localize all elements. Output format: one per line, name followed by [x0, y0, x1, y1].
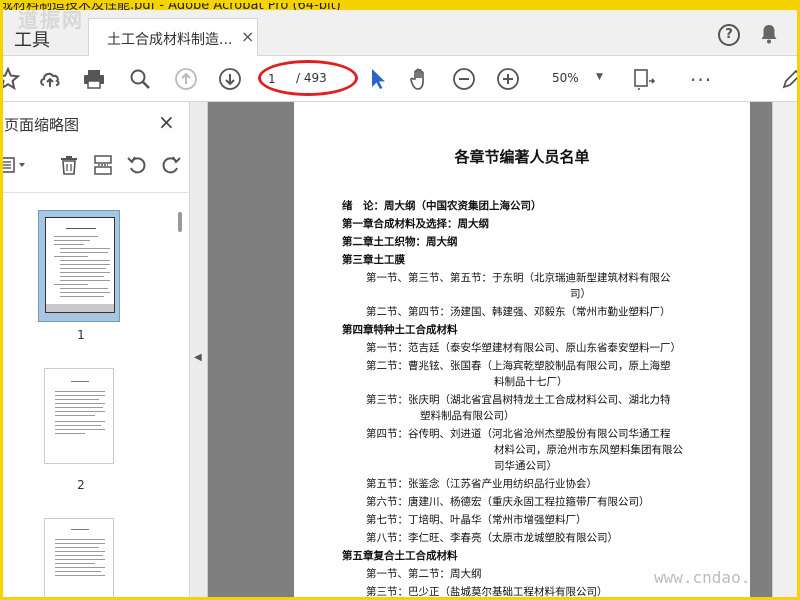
doc-line: 司华通公司）: [494, 460, 557, 472]
tab-document[interactable]: 土工合成材料制造... ×: [88, 18, 258, 56]
document-viewer[interactable]: 各章节编著人员名单 绪 论：周大纲（中国农资集团上海公司） 第一章合成材料及选择…: [208, 102, 772, 600]
star-icon[interactable]: [0, 67, 20, 91]
main-toolbar: / 493 50% ▼ ···: [0, 56, 800, 102]
select-cursor-icon[interactable]: [366, 67, 390, 91]
page-thumbnail-3[interactable]: [38, 512, 120, 600]
doc-line: 第三节：巴少正（盐城莫尔基础工程材料有限公司）: [366, 586, 608, 598]
doc-line-text: 第一章合成材料及选择：周大纲: [342, 218, 489, 230]
insert-page-icon[interactable]: [92, 154, 114, 176]
document-page: 各章节编著人员名单 绪 论：周大纲（中国农资集团上海公司） 第一章合成材料及选择…: [294, 102, 750, 600]
bell-icon[interactable]: [760, 24, 778, 44]
doc-line: 第三章土工膜: [342, 252, 405, 267]
close-icon[interactable]: ×: [241, 27, 254, 46]
doc-line: 第二章土工织物：周大纲: [342, 234, 458, 249]
thumbnail-page-number: 1: [77, 328, 85, 342]
sidebar-collapse-handle[interactable]: ◀: [190, 102, 208, 600]
trash-icon[interactable]: [58, 154, 80, 176]
doc-line: 材料公司，原沧州市东风塑料集团有限公: [494, 444, 683, 456]
tab-document-label: 土工合成材料制造...: [107, 32, 233, 48]
print-icon[interactable]: [82, 67, 106, 91]
page-title: 各章节编著人员名单: [454, 148, 590, 166]
rotate-ccw-icon[interactable]: [126, 154, 148, 176]
doc-line-text: 第五章复合土工合成材料: [342, 550, 458, 562]
thumbnail-page-number: 2: [77, 478, 85, 492]
right-panel-strip: [772, 102, 800, 600]
page-down-icon[interactable]: [218, 67, 242, 91]
sidebar-title: 页面缩略图: [4, 116, 80, 134]
doc-line: 第五章复合土工合成材料: [342, 548, 458, 563]
annotation-oval: [258, 60, 358, 96]
zoom-out-icon[interactable]: [452, 67, 476, 91]
doc-line: 第五节：张鉴念（江苏省产业用纺织品行业协会）: [366, 478, 597, 490]
zoom-in-icon[interactable]: [496, 67, 520, 91]
page-thumbnail-1[interactable]: [38, 210, 120, 322]
tab-bar: 工具 土工合成材料制造... × ?: [0, 10, 800, 56]
doc-line-text: 第二章土工织物：周大纲: [342, 236, 458, 248]
thumbnail-page-image: [44, 368, 114, 464]
doc-line: 绪 论：周大纲（中国农资集团上海公司）: [342, 198, 542, 213]
doc-line: 第七节：丁培明、叶晶华（常州市增强塑料厂）: [366, 514, 587, 526]
zoom-value: 50%: [552, 71, 579, 85]
thumbnail-page-image: [44, 518, 114, 600]
page-thumbnail-2[interactable]: [38, 362, 120, 474]
options-menu-icon[interactable]: [0, 154, 28, 176]
page-fit-icon[interactable]: [632, 67, 656, 91]
doc-line: 第一章合成材料及选择：周大纲: [342, 216, 489, 231]
thumbnail-page-image: [45, 217, 115, 313]
doc-line: 塑料制品有限公司）: [420, 410, 515, 422]
chevron-left-icon: ◀: [194, 352, 202, 363]
doc-line-text: 绪 论：周大纲（中国农资集团上海公司）: [342, 200, 542, 212]
doc-line: 第一节、第三节、第五节：于东明（北京瑞迪新型建筑材料有限公: [366, 272, 671, 284]
search-icon[interactable]: [128, 67, 152, 91]
chevron-down-icon: ▼: [596, 72, 603, 82]
thumbnail-sidebar: 页面缩略图 × 1 2: [0, 102, 190, 600]
sidebar-toolbar: [0, 152, 190, 180]
doc-line: 第三节：张庆明（湖北省宜昌树特龙土工合成材料公司、湖北力特: [366, 394, 671, 406]
doc-line: 第六节：唐建川、杨德宏（重庆永固工程拉箍带厂有限公司）: [366, 496, 650, 508]
window-titlebar: 成材料制造技术及性能.pdf - Adobe Acrobat Pro (64-b…: [0, 0, 800, 10]
help-icon[interactable]: ?: [718, 24, 740, 46]
zoom-select[interactable]: 50% ▼: [540, 68, 610, 90]
sidebar-scrollbar[interactable]: [178, 212, 182, 232]
edit-pen-icon[interactable]: [780, 67, 800, 91]
doc-line: 第二节、第四节：汤建国、韩建强、邓毅东（常州市勤业塑料厂）: [366, 306, 671, 318]
watermark-logo: 道振网: [18, 8, 84, 32]
doc-line-text: 第三章土工膜: [342, 254, 405, 266]
cloud-upload-icon[interactable]: [38, 67, 62, 91]
more-tools-icon[interactable]: ···: [690, 68, 712, 92]
doc-line: 第八节：李仁旺、李春亮（太原市龙城塑胶有限公司）: [366, 532, 618, 544]
close-icon[interactable]: ×: [158, 110, 175, 134]
hand-tool-icon[interactable]: [408, 67, 432, 91]
doc-line-text: 第四章特种土工合成材料: [342, 324, 458, 336]
doc-line: 料制品十七厂）: [494, 376, 568, 388]
doc-line: 司）: [570, 288, 591, 300]
page-up-icon[interactable]: [174, 67, 198, 91]
doc-line: 第二节：曹兆铉、张国春（上海宾乾塑胶制品有限公司，原上海塑: [366, 360, 671, 372]
doc-line: 第一节、第二节：周大纲: [366, 568, 482, 580]
doc-line: 第一节：范吉廷（泰安华塑建材有限公司、原山东省泰安塑料一厂）: [366, 342, 681, 354]
watermark-url: www.cndao.: [654, 568, 751, 587]
doc-line: 第四章特种土工合成材料: [342, 322, 458, 337]
sidebar-divider: [0, 192, 188, 193]
doc-line: 第四节：谷传明、刘进道（河北省沧州杰塑股份有限公司华通工程: [366, 428, 671, 440]
rotate-cw-icon[interactable]: [160, 154, 182, 176]
